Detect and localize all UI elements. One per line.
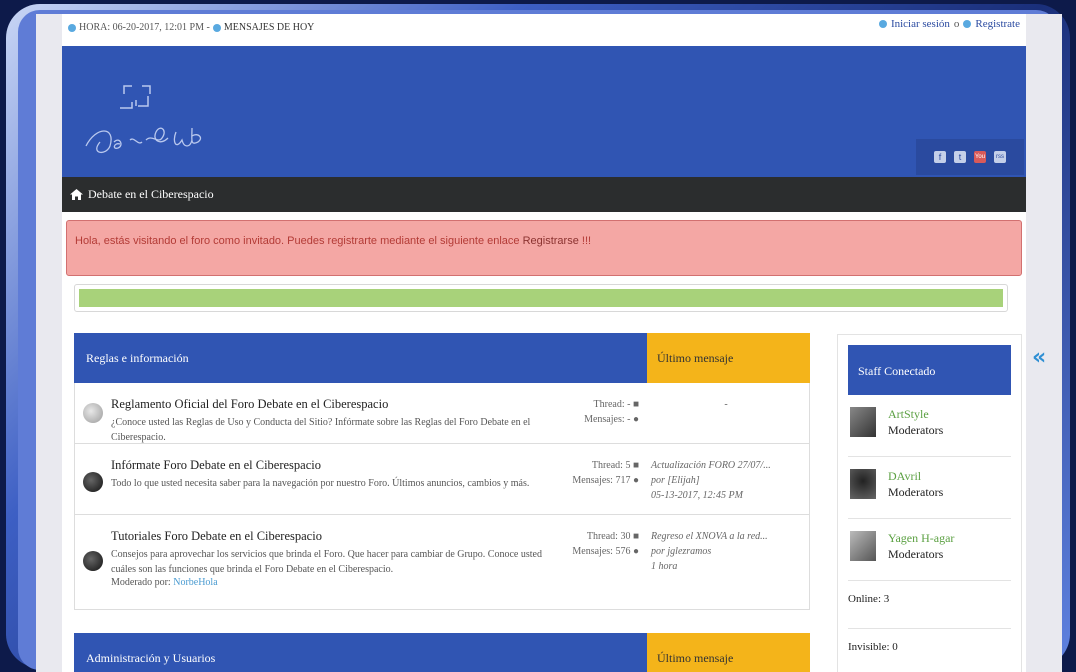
guest-alert-suffix: !!! bbox=[578, 235, 592, 247]
collapse-icon[interactable]: « bbox=[1032, 345, 1046, 370]
announcement-box bbox=[74, 284, 1008, 312]
home-icon[interactable] bbox=[70, 189, 83, 200]
twitter-icon[interactable]: t bbox=[954, 151, 966, 163]
login-icon bbox=[878, 20, 887, 28]
social-links: f t You rss bbox=[916, 139, 1024, 175]
youtube-icon[interactable]: You bbox=[974, 151, 986, 163]
breadcrumb: Debate en el Ciberespacio bbox=[62, 177, 1026, 212]
or-text: o bbox=[953, 18, 960, 30]
messages-icon bbox=[212, 23, 221, 32]
right-margin bbox=[1026, 14, 1062, 672]
login-link[interactable]: Iniciar sesión bbox=[891, 18, 950, 30]
breadcrumb-forum-link[interactable]: Debate en el Ciberespacio bbox=[88, 187, 214, 202]
site-logo[interactable] bbox=[80, 76, 220, 171]
guest-alert: Hola, estás visitando el foro como invit… bbox=[66, 220, 1022, 276]
announcement-bar bbox=[79, 289, 1003, 307]
register-icon bbox=[963, 20, 972, 28]
clock-icon bbox=[68, 23, 76, 32]
guest-alert-text: Hola, estás visitando el foro como invit… bbox=[75, 235, 523, 247]
clock-text: HORA: 06-20-2017, 12:01 PM - bbox=[79, 22, 210, 33]
rss-icon[interactable]: rss bbox=[994, 151, 1006, 163]
messages-today-link[interactable]: MENSAJES DE HOY bbox=[224, 22, 315, 33]
site-header: f t You rss bbox=[62, 46, 1026, 177]
left-margin bbox=[36, 14, 62, 672]
top-bar: HORA: 06-20-2017, 12:01 PM - MENSAJES DE… bbox=[62, 14, 1026, 46]
register-link[interactable]: Registrate bbox=[975, 18, 1020, 30]
forum-page: HORA: 06-20-2017, 12:01 PM - MENSAJES DE… bbox=[62, 14, 1026, 672]
register-alert-link[interactable]: Registrarse bbox=[523, 235, 579, 247]
facebook-icon[interactable]: f bbox=[934, 151, 946, 163]
